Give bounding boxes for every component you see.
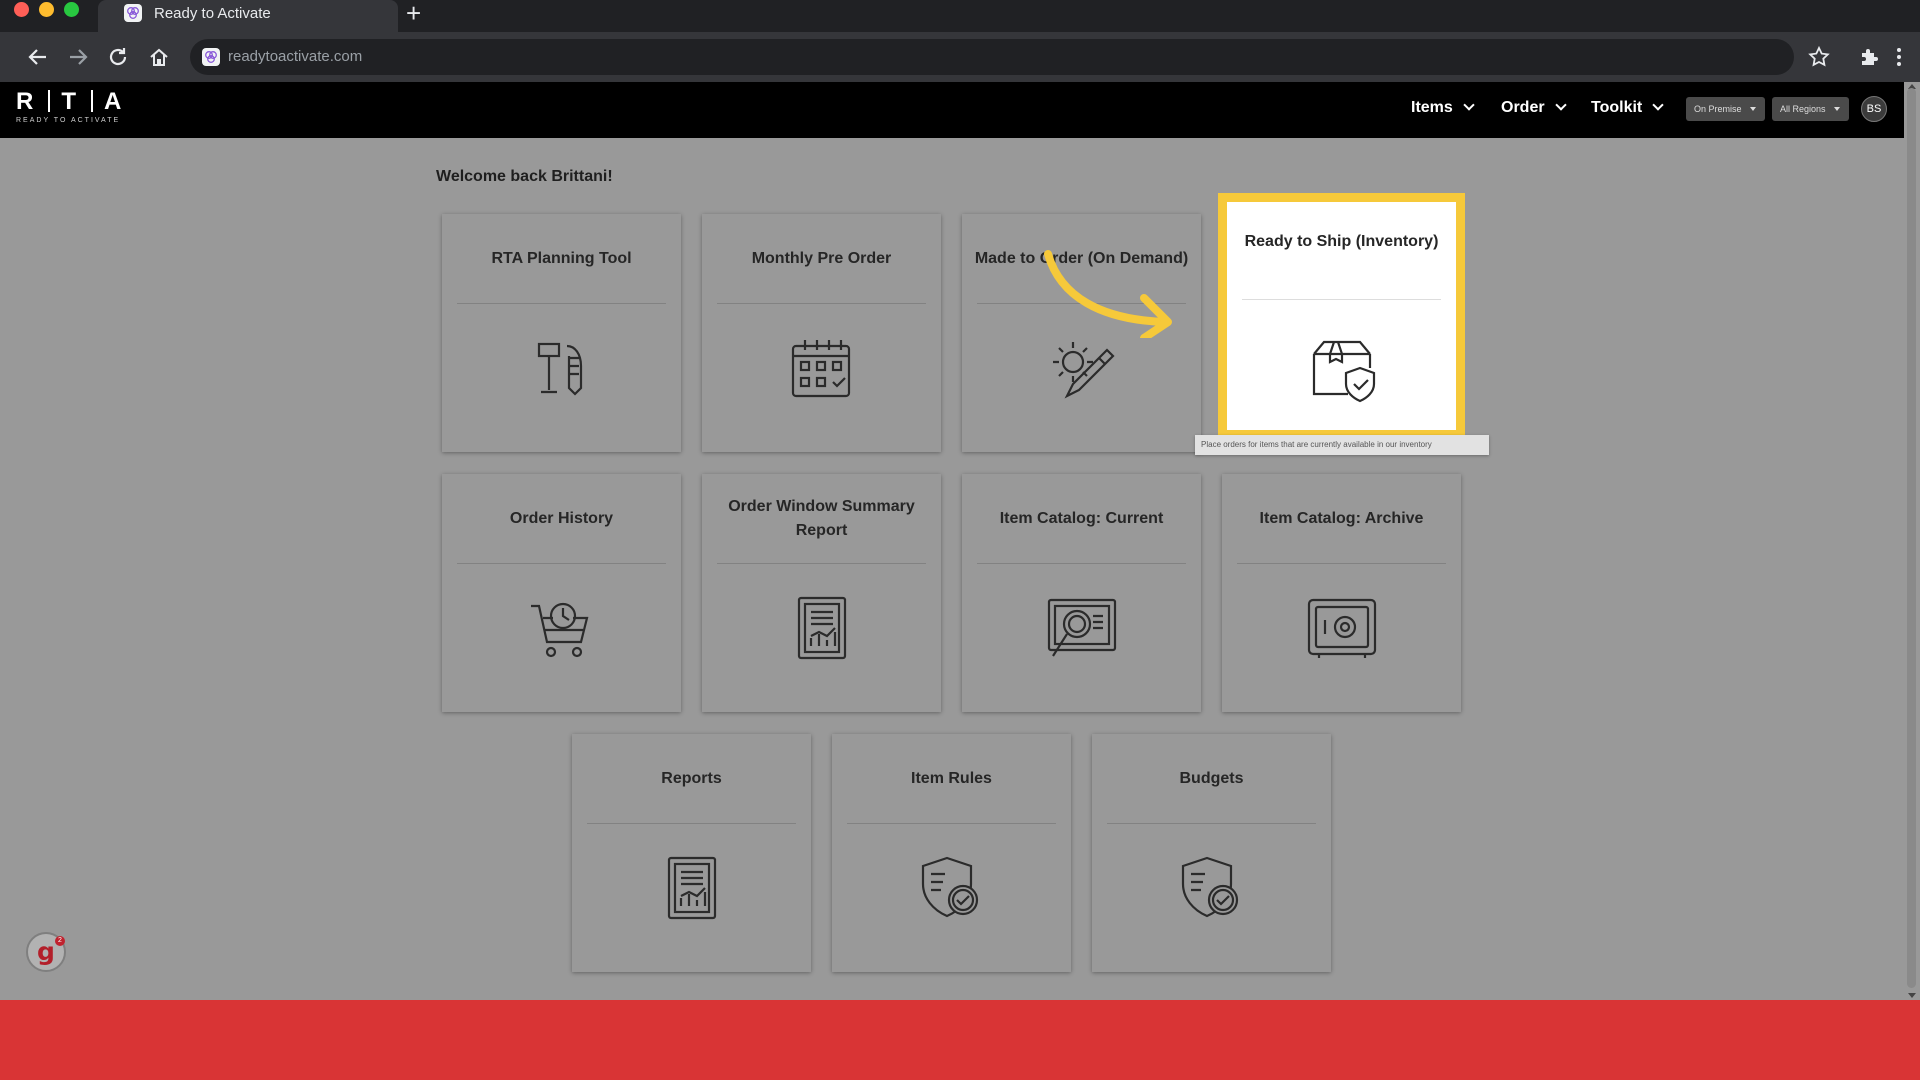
nav-toolkit-label: Toolkit bbox=[1591, 99, 1643, 116]
tile-item-catalog-current[interactable]: Item Catalog: Current bbox=[962, 474, 1201, 712]
page-scrollbar[interactable] bbox=[1904, 82, 1920, 1000]
region-select-value: All Regions bbox=[1780, 104, 1826, 114]
reload-icon[interactable] bbox=[107, 46, 129, 68]
cart-clock-icon bbox=[527, 594, 597, 664]
region-select[interactable]: All Regions bbox=[1772, 97, 1849, 121]
shield-check-icon bbox=[1177, 854, 1247, 924]
magnifier-icon bbox=[1047, 594, 1117, 664]
scroll-down-icon[interactable] bbox=[1908, 993, 1916, 998]
dashboard-content: Welcome back Brittani! RTA Planning Tool… bbox=[0, 138, 1904, 1000]
tile-label: Ready to Ship (Inventory) bbox=[1244, 233, 1439, 250]
tile-label: Item Catalog: Archive bbox=[1259, 510, 1424, 527]
tile-label: Reports bbox=[661, 770, 722, 787]
tile-label: Monthly Pre Order bbox=[751, 250, 892, 267]
chevron-down-icon bbox=[1554, 99, 1567, 111]
notification-badge: 2 bbox=[55, 936, 65, 946]
nav-toolkit-menu[interactable]: Toolkit bbox=[1591, 99, 1664, 117]
tile-reports[interactable]: Reports bbox=[572, 734, 811, 972]
tile-label: Budgets bbox=[1179, 770, 1244, 787]
guide-arrow-icon bbox=[1044, 250, 1172, 338]
app-header: RTA READY TO ACTIVATE Items Order Toolki… bbox=[0, 82, 1904, 138]
shield-check-icon bbox=[917, 854, 987, 924]
environment-select-value: On Premise bbox=[1694, 104, 1742, 114]
close-window-button[interactable] bbox=[14, 2, 29, 17]
nav-order-menu[interactable]: Order bbox=[1501, 99, 1567, 117]
tile-budgets[interactable]: Budgets bbox=[1092, 734, 1331, 972]
bookmark-star-icon[interactable] bbox=[1807, 45, 1831, 69]
browser-menu-icon[interactable] bbox=[1895, 45, 1903, 69]
forward-arrow-icon[interactable] bbox=[67, 46, 89, 68]
tile-rta-planning-tool[interactable]: RTA Planning Tool bbox=[442, 214, 681, 452]
tile-label: Item Rules bbox=[911, 770, 992, 787]
tile-label: Order History bbox=[509, 510, 614, 527]
logo-letter-a: A bbox=[104, 88, 126, 115]
tile-label: RTA Planning Tool bbox=[491, 250, 632, 267]
report-icon bbox=[657, 854, 727, 924]
chevron-down-icon bbox=[1652, 99, 1664, 111]
gear-pencil-icon bbox=[1047, 334, 1117, 404]
tile-order-history[interactable]: Order History bbox=[442, 474, 681, 712]
home-icon[interactable] bbox=[148, 46, 170, 68]
tile-label: Order Window Summary Report bbox=[728, 498, 915, 539]
welcome-message: Welcome back Brittani! bbox=[436, 168, 613, 185]
new-tab-button[interactable]: + bbox=[406, 0, 421, 26]
report-icon bbox=[787, 594, 857, 664]
tab-title: Ready to Activate bbox=[154, 5, 271, 22]
caret-down-icon bbox=[1834, 107, 1840, 111]
logo-letter-r: R bbox=[16, 88, 38, 115]
back-arrow-icon[interactable] bbox=[27, 46, 49, 68]
ready-to-ship-tooltip: Place orders for items that are currentl… bbox=[1195, 435, 1489, 455]
browser-tab[interactable]: Ready to Activate bbox=[98, 0, 398, 32]
calendar-icon bbox=[787, 334, 857, 404]
help-widget-letter: g bbox=[37, 937, 55, 966]
tile-item-rules[interactable]: Item Rules bbox=[832, 734, 1071, 972]
tile-label: Item Catalog: Current bbox=[999, 510, 1164, 527]
tile-monthly-pre-order[interactable]: Monthly Pre Order bbox=[702, 214, 941, 452]
nav-order-label: Order bbox=[1501, 99, 1545, 116]
browser-tab-bar: Ready to Activate + bbox=[0, 0, 1920, 32]
logo-tagline: READY TO ACTIVATE bbox=[16, 117, 121, 124]
tile-ready-to-ship[interactable]: Ready to Ship (Inventory) bbox=[1218, 193, 1465, 439]
nav-items-label: Items bbox=[1411, 99, 1453, 116]
url-text: readytoactivate.com bbox=[228, 48, 363, 65]
help-widget-button[interactable]: g 2 bbox=[26, 932, 66, 972]
scroll-thumb[interactable] bbox=[1907, 88, 1916, 988]
minimize-window-button[interactable] bbox=[39, 2, 54, 17]
planning-tool-icon bbox=[527, 334, 597, 404]
tile-order-window-summary-report[interactable]: Order Window Summary Report bbox=[702, 474, 941, 712]
rta-favicon-icon bbox=[124, 4, 142, 22]
site-info-icon[interactable] bbox=[202, 48, 220, 66]
tile-item-catalog-archive[interactable]: Item Catalog: Archive bbox=[1222, 474, 1461, 712]
box-shield-icon bbox=[1308, 334, 1378, 404]
extensions-puzzle-icon[interactable] bbox=[1858, 45, 1882, 69]
logo-letter-t: T bbox=[61, 88, 81, 115]
browser-toolbar: readytoactivate.com bbox=[0, 32, 1920, 82]
address-bar[interactable]: readytoactivate.com bbox=[190, 39, 1794, 75]
environment-select[interactable]: On Premise bbox=[1686, 97, 1765, 121]
maximize-window-button[interactable] bbox=[64, 2, 79, 17]
nav-items-menu[interactable]: Items bbox=[1411, 99, 1475, 117]
safe-icon bbox=[1307, 594, 1377, 664]
chevron-down-icon bbox=[1463, 99, 1475, 111]
rta-logo[interactable]: RTA READY TO ACTIVATE bbox=[16, 88, 125, 124]
caret-down-icon bbox=[1750, 107, 1756, 111]
user-avatar[interactable]: BS bbox=[1861, 96, 1887, 122]
